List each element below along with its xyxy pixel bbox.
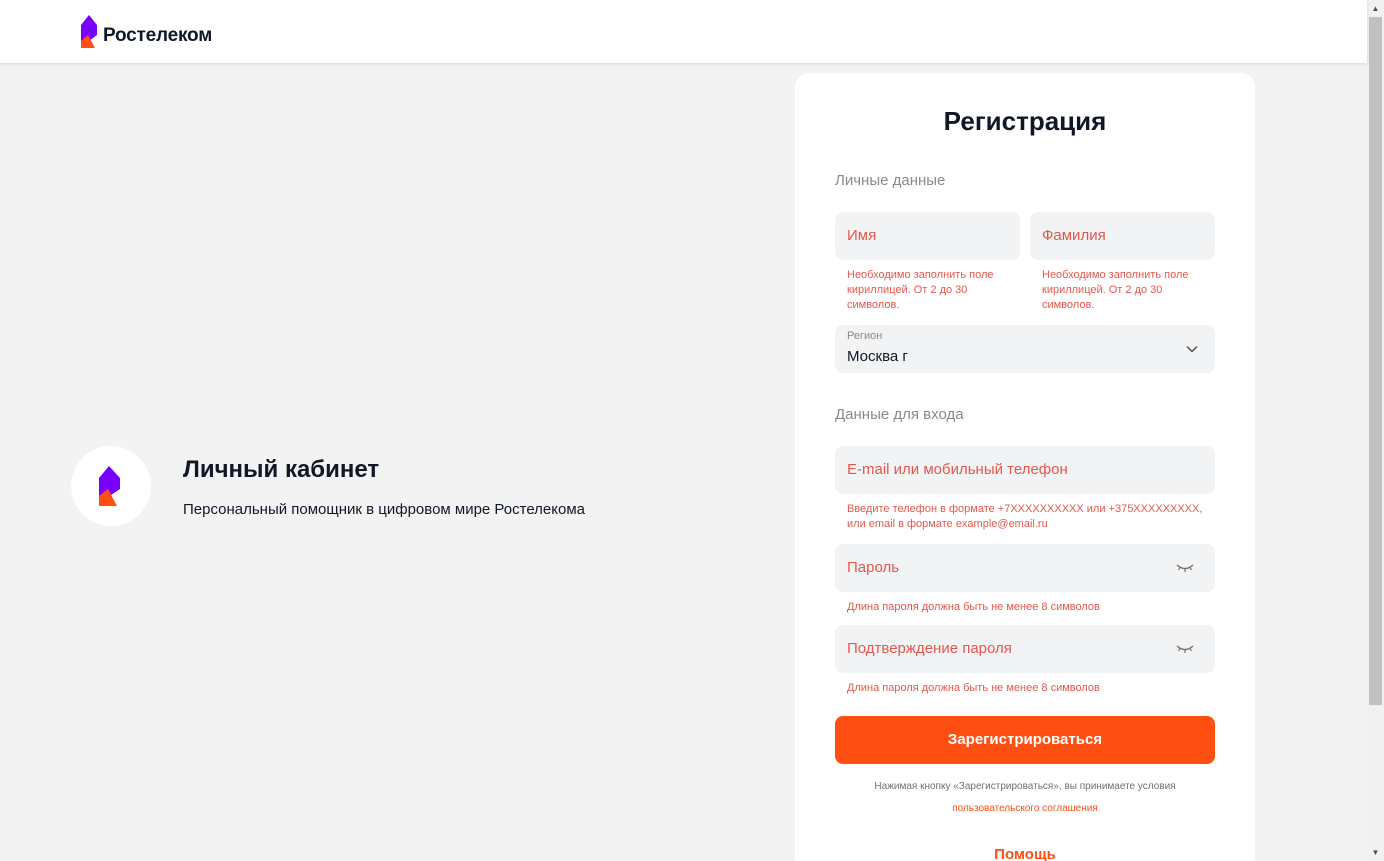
rostelecom-logo-icon <box>99 466 120 506</box>
page-scrollbar[interactable]: ▲ ▼ <box>1367 0 1384 861</box>
logo-text: Ростелеком <box>103 25 213 46</box>
scroll-up-arrow-icon[interactable]: ▲ <box>1367 0 1384 17</box>
page-title: Регистрация <box>943 106 1107 136</box>
contact-field[interactable]: E-mail или мобильный телефон <box>835 446 1215 494</box>
chevron-down-icon <box>1186 345 1198 353</box>
login-data-label: Данные для входа <box>835 406 964 423</box>
terms-link[interactable]: пользовательского соглашения <box>795 803 1255 814</box>
promo-block: Личный кабинет Персональный помощник в ц… <box>71 446 585 526</box>
region-select[interactable]: Регион Москва г <box>835 325 1215 373</box>
confirm-password-placeholder: Подтверждение пароля <box>847 640 1012 657</box>
region-label: Регион <box>847 330 883 342</box>
personal-data-label: Личные данные <box>835 172 946 189</box>
first-name-error: Необходимо заполнить поле кириллицей. От… <box>847 269 994 311</box>
region-value: Москва г <box>847 348 908 365</box>
eye-closed-icon[interactable] <box>1175 641 1195 657</box>
contact-error-line1: Введите телефон в формате +7XXXXXXXXXX и… <box>847 503 1203 515</box>
last-name-error: Необходимо заполнить поле кириллицей. От… <box>1042 269 1189 311</box>
terms-text: Нажимая кнопку «Зарегистрироваться», вы … <box>874 781 1176 792</box>
last-name-placeholder: Фамилия <box>1042 227 1106 244</box>
promo-title: Личный кабинет <box>183 456 380 483</box>
contact-placeholder: E-mail или мобильный телефон <box>847 461 1068 478</box>
eye-closed-icon[interactable] <box>1175 560 1195 576</box>
first-name-placeholder: Имя <box>847 227 877 244</box>
password-placeholder: Пароль <box>847 559 900 576</box>
contact-error-line2: или email в формате example@email.ru <box>847 518 1048 530</box>
password-field[interactable]: Пароль <box>835 544 1215 592</box>
rostelecom-logo[interactable]: Ростелеком <box>80 14 212 50</box>
promo-logo-circle <box>71 446 151 526</box>
site-header: Ростелеком <box>0 0 1367 63</box>
last-name-field[interactable]: Фамилия <box>1030 212 1215 260</box>
promo-subtitle: Персональный помощник в цифровом мире Ро… <box>183 501 585 518</box>
rostelecom-logo-icon <box>81 15 97 48</box>
password-error: Длина пароля должна быть не менее 8 симв… <box>847 601 1100 613</box>
scroll-down-arrow-icon[interactable]: ▼ <box>1367 844 1384 861</box>
scroll-thumb[interactable] <box>1369 17 1382 705</box>
confirm-password-error: Длина пароля должна быть не менее 8 симв… <box>847 682 1100 694</box>
register-button[interactable]: Зарегистрироваться <box>835 716 1215 764</box>
first-name-field[interactable]: Имя <box>835 212 1020 260</box>
confirm-password-field[interactable]: Подтверждение пароля <box>835 625 1215 673</box>
help-link[interactable]: Помощь <box>795 846 1255 861</box>
registration-card: Регистрация Личные данные Имя Фамилия Не… <box>795 73 1255 861</box>
